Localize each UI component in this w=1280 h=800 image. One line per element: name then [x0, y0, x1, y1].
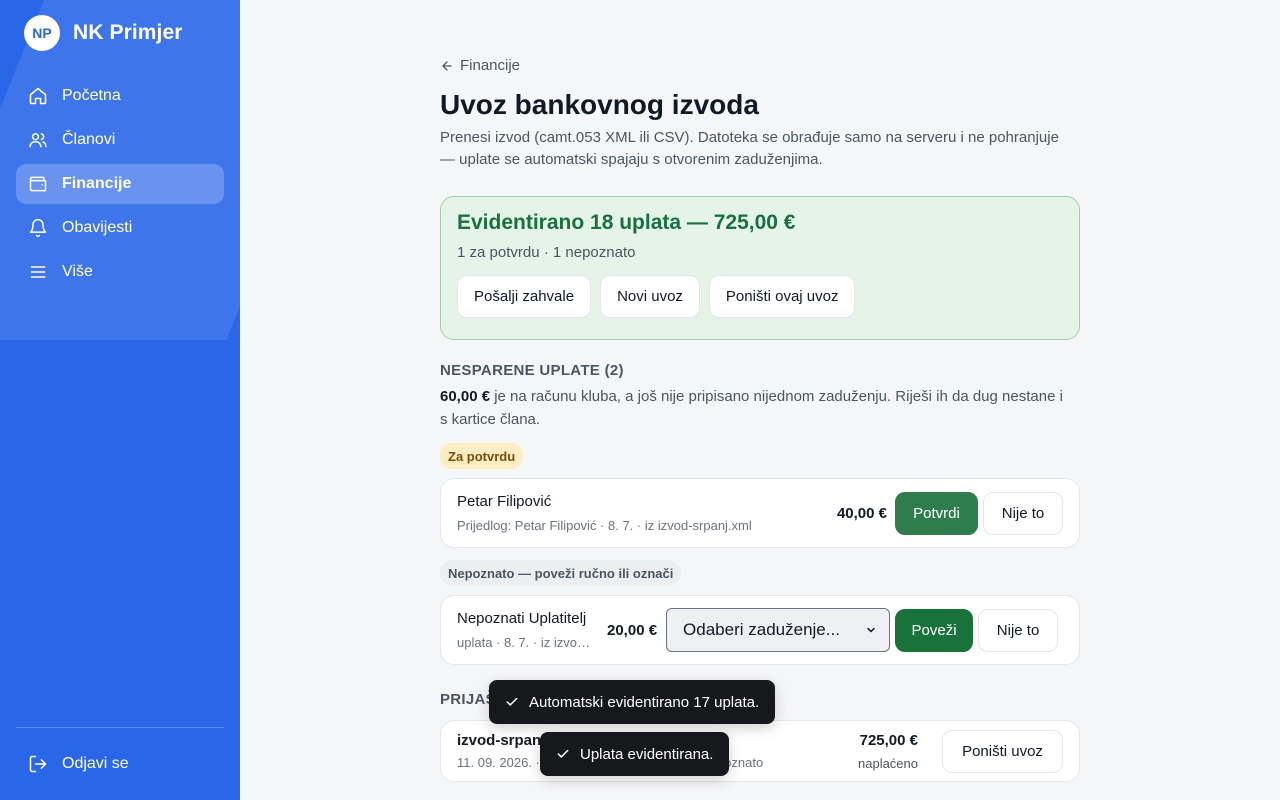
sidebar-nav: Početna Članovi Financije Obavijesti Viš… [16, 76, 224, 296]
unknown-badge: Nepoznato — poveži ručno ili označi [440, 560, 682, 586]
logout-icon [29, 755, 47, 773]
sidebar-item-label: Financije [62, 175, 132, 192]
wallet-icon [29, 176, 47, 192]
import-result-title: Evidentirano 18 uplata — 725,00 € [457, 211, 796, 234]
sidebar-item-obavijesti[interactable]: Obavijesti [16, 208, 224, 248]
toast-text: Automatski evidentirano 17 uplata. [529, 693, 760, 711]
sidebar-item-financije[interactable]: Financije [16, 164, 224, 204]
sidebar-item-label: Početna [62, 87, 121, 104]
payment-amount: 40,00 € [836, 504, 887, 522]
payment-row-unknown: Nepoznati Uplatitelj uplata · 8. 7. · iz… [440, 595, 1080, 665]
sidebar-item-label: Članovi [62, 131, 116, 148]
toast-notification: Automatski evidentirano 17 uplata. [489, 680, 776, 724]
send-thanks-button[interactable]: Pošalji zahvale [457, 275, 592, 318]
toast-text: Uplata evidentirana. [580, 745, 714, 763]
payment-amount: 20,00 € [607, 621, 658, 639]
sidebar-item-label: Više [62, 263, 93, 280]
import-status: naplaćeno [858, 755, 918, 771]
page-description: Prenesi izvod (camt.053 XML ili CSV). Da… [440, 129, 1059, 168]
sidebar-item-clanovi[interactable]: Članovi [16, 120, 224, 160]
users-icon [29, 133, 47, 148]
new-import-button[interactable]: Novi uvoz [600, 275, 700, 318]
brand[interactable]: NP NK Primjer [24, 15, 183, 51]
unmatched-section-description: 60,00 € je na računu kluba, a još nije p… [440, 385, 1070, 431]
import-amount: 725,00 € [859, 731, 918, 749]
logout-button[interactable]: Odjavi se [16, 744, 224, 784]
back-link[interactable]: Financije [440, 57, 520, 74]
previous-import-row: izvod-srpanj.xml 11. 09. 2026. · 18 upla… [440, 720, 1080, 782]
payment-meta: uplata · 8. 7. · iz izvod-srpanj.xml [457, 635, 597, 650]
not-it-button[interactable]: Nije to [983, 491, 1063, 535]
charge-select-value: Odaberi zaduženje... [683, 620, 840, 639]
undo-import-button[interactable]: Poništi uvoz [942, 729, 1063, 773]
unmatched-amount: 60,00 € [440, 388, 491, 405]
sidebar-divider [16, 727, 224, 728]
import-result-subtitle: 1 za potvrdu · 1 nepoznato [457, 244, 636, 261]
sidebar: NP NK Primjer Početna Članovi Financije … [0, 0, 240, 800]
home-icon [29, 87, 47, 105]
check-icon [557, 749, 569, 758]
unmatched-section-title: NESPARENE UPLATE (2) [440, 362, 624, 379]
arrow-left-icon [442, 60, 452, 71]
check-icon [506, 697, 518, 706]
payment-meta: Prijedlog: Petar Filipović · 8. 7. · iz … [457, 518, 752, 533]
link-button[interactable]: Poveži [895, 608, 974, 652]
import-result-card: Evidentirano 18 uplata — 725,00 € 1 za p… [440, 196, 1080, 340]
payer-name: Petar Filipović [457, 493, 552, 510]
payment-row-to-confirm: Petar Filipović Prijedlog: Petar Filipov… [440, 478, 1080, 548]
bell-icon [29, 218, 47, 238]
chevron-down-icon [867, 627, 875, 633]
brand-name: NK Primjer [73, 21, 183, 44]
sidebar-item-label: Obavijesti [62, 219, 133, 236]
charge-select[interactable]: Odaberi zaduženje... [666, 608, 891, 652]
sidebar-item-vise[interactable]: Više [16, 252, 224, 292]
sidebar-item-pocetna[interactable]: Početna [16, 76, 224, 116]
back-link-label: Financije [460, 57, 521, 74]
confirm-button[interactable]: Potvrdi [895, 491, 978, 535]
to-confirm-badge: Za potvrdu [440, 443, 524, 469]
toast-notification: Uplata evidentirana. [540, 732, 730, 776]
undo-this-import-button[interactable]: Poništi ovaj uvoz [708, 275, 856, 318]
unmatched-text: je na računu kluba, a još nije pripisano… [440, 388, 1063, 428]
logout-label: Odjavi se [62, 755, 129, 772]
payer-name: Nepoznati Uplatitelj [457, 610, 587, 627]
menu-icon [30, 266, 46, 278]
not-it-button[interactable]: Nije to [978, 608, 1059, 652]
brand-logo: NP [24, 15, 60, 51]
page-title: Uvoz bankovnog izvoda [440, 89, 759, 120]
